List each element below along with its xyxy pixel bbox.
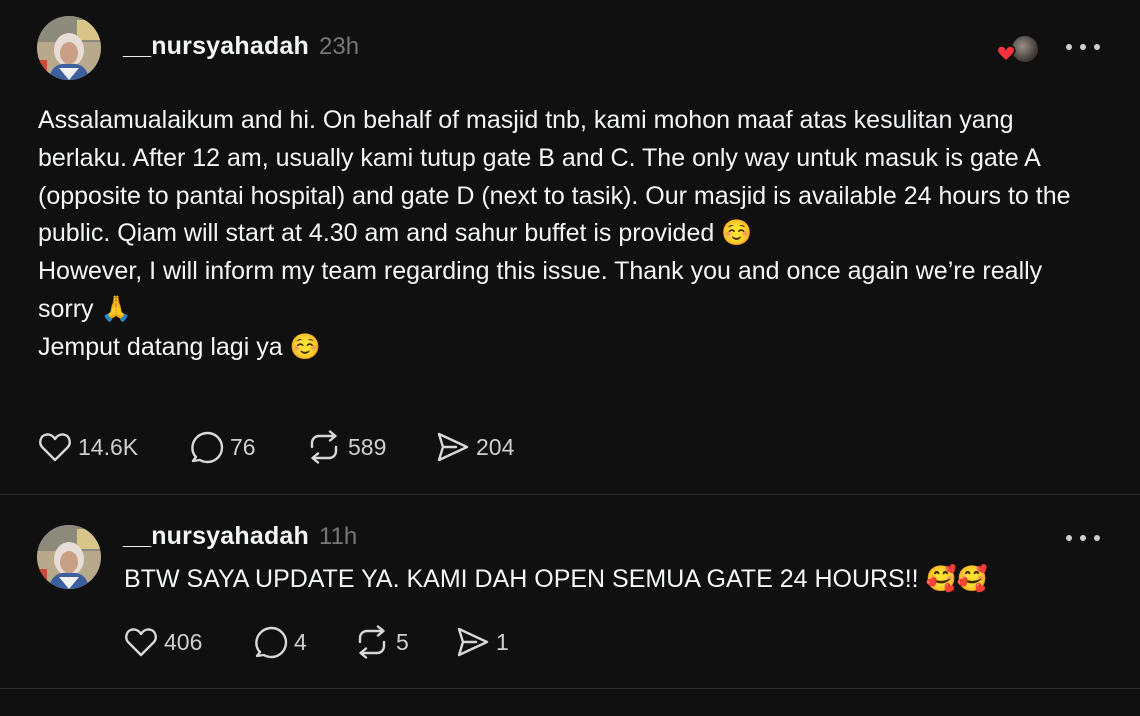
share-button[interactable]: 1 (456, 626, 509, 658)
reply-button[interactable]: 76 (190, 430, 306, 464)
send-icon (457, 627, 489, 657)
heart-icon (996, 45, 1016, 62)
post-header: __nursyahadah 23h (123, 32, 359, 61)
like-count: 14.6K (78, 433, 139, 460)
more-options-icon[interactable] (1066, 533, 1100, 543)
repost-icon (358, 625, 386, 659)
heart-outline-icon (125, 628, 157, 657)
avatar-image (37, 16, 101, 80)
reply-count: 4 (294, 628, 307, 655)
share-button[interactable]: 204 (436, 431, 514, 463)
repost-count: 5 (396, 628, 409, 655)
post-body: Assalamualaikum and hi. On behalf of mas… (38, 106, 1071, 361)
comment-icon (191, 431, 224, 464)
like-button[interactable]: 14.6K (38, 431, 190, 463)
thread-reply-post: __nursyahadah 11h BTW SAYA UPDATE YA. KA… (0, 495, 1140, 689)
reply-button[interactable]: 4 (254, 625, 354, 659)
avatar-image (37, 525, 101, 589)
send-icon (437, 432, 469, 462)
post-header: __nursyahadah 11h (123, 522, 357, 551)
share-count: 204 (476, 433, 515, 460)
share-count: 1 (496, 628, 509, 655)
comment-icon (255, 626, 288, 659)
post-body: BTW SAYA UPDATE YA. KAMI DAH OPEN SEMUA … (124, 565, 988, 593)
post-actions: 14.6K 76 589 204 (38, 430, 514, 464)
thread-post: __nursyahadah 23h Assalamualaikum and hi… (0, 0, 1140, 495)
avatar[interactable] (37, 525, 101, 589)
heart-outline-icon (39, 433, 71, 462)
repost-button[interactable]: 5 (354, 625, 456, 659)
repost-icon (310, 430, 338, 464)
liked-by-indicator[interactable] (996, 34, 1040, 64)
reply-count: 76 (230, 433, 256, 460)
timestamp[interactable]: 23h (319, 33, 359, 61)
post-actions: 406 4 5 1 (124, 625, 509, 659)
username[interactable]: __nursyahadah (123, 522, 309, 551)
timestamp[interactable]: 11h (319, 523, 357, 551)
like-count: 406 (164, 628, 203, 655)
more-options-icon[interactable] (1066, 42, 1100, 52)
avatar[interactable] (37, 16, 101, 80)
like-button[interactable]: 406 (124, 626, 254, 658)
username[interactable]: __nursyahadah (123, 32, 309, 61)
repost-count: 589 (348, 433, 387, 460)
repost-button[interactable]: 589 (306, 430, 436, 464)
